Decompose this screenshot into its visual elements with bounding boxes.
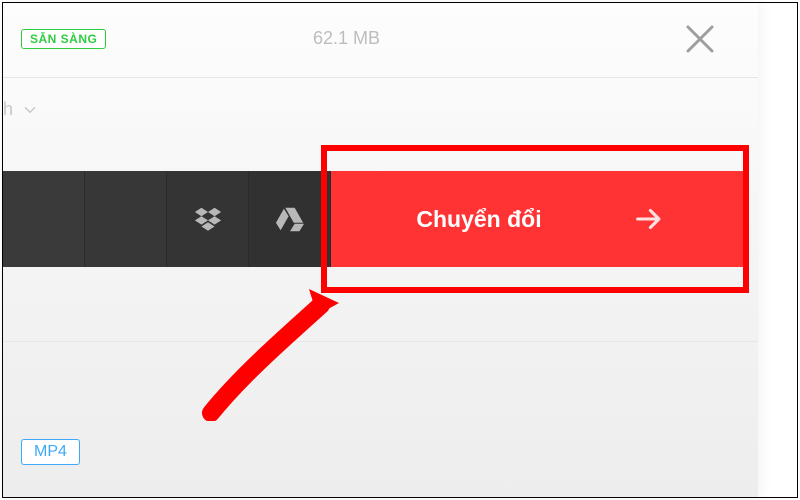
- options-dropdown[interactable]: h: [3, 99, 39, 120]
- dropdown-visible-text: h: [3, 99, 13, 120]
- file-size-label: 62.1 MB: [313, 28, 380, 49]
- app-panel: SẴN SÀNG 62.1 MB h Chuyển đổi: [3, 3, 758, 497]
- dropbox-button[interactable]: [167, 171, 249, 267]
- chevron-down-icon: [21, 101, 39, 119]
- google-drive-button[interactable]: [249, 171, 331, 267]
- format-badge: MP4: [21, 439, 80, 465]
- close-button[interactable]: [682, 21, 718, 57]
- google-drive-icon: [275, 204, 305, 234]
- convert-button[interactable]: Chuyển đổi: [331, 171, 745, 267]
- status-badge: SẴN SÀNG: [21, 29, 106, 49]
- action-blank[interactable]: [85, 171, 167, 267]
- screenshot-frame: SẴN SÀNG 62.1 MB h Chuyển đổi: [2, 2, 798, 498]
- divider: [3, 341, 758, 342]
- dropbox-icon: [193, 204, 223, 234]
- divider: [3, 77, 758, 78]
- annotation-arrow: [191, 281, 361, 421]
- action-left-edge[interactable]: [3, 171, 85, 267]
- close-icon: [682, 21, 718, 57]
- action-bar: Chuyển đổi: [3, 171, 745, 267]
- convert-button-label: Chuyển đổi: [416, 206, 541, 233]
- arrow-right-icon: [632, 202, 666, 236]
